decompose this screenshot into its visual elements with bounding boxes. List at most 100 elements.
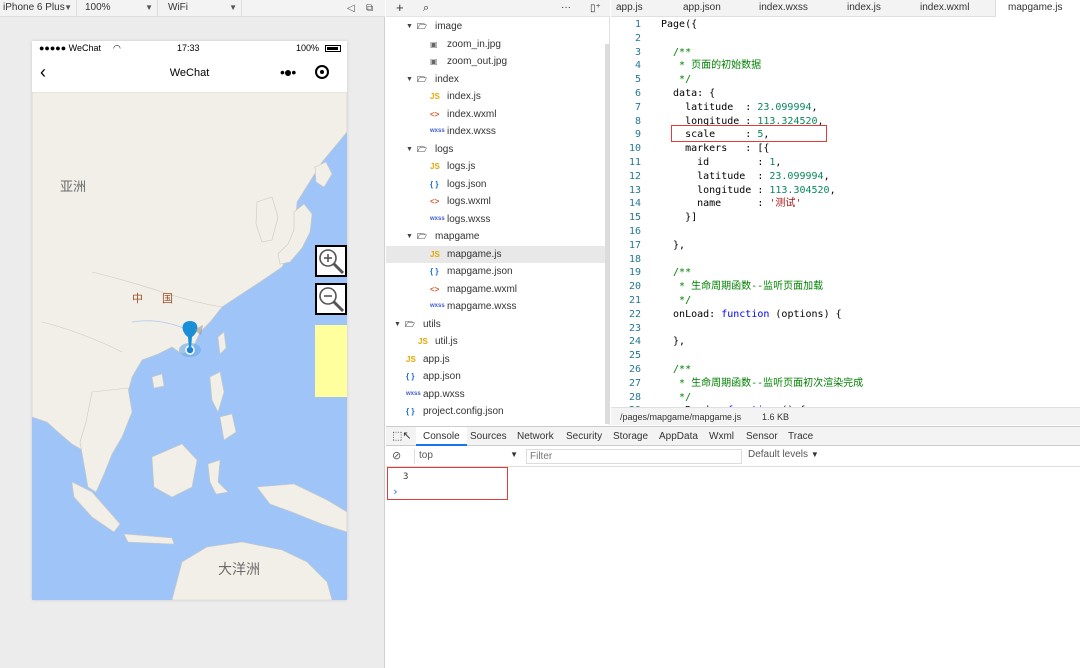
line-number: 13 xyxy=(628,184,641,196)
code-area[interactable]: 1 Page({2 3 /** 4 * 页面的初始数据 5 */6 data: {7 l… xyxy=(611,17,1080,407)
code-line: 1 Page({ xyxy=(611,18,1080,32)
code-line: 7 latitude : 23.099994, xyxy=(611,101,1080,115)
tree-file[interactable]: wxss logs.wxss xyxy=(386,211,606,229)
code-token: /** xyxy=(661,46,692,58)
devtools-tabs: ⬚↖ Console Sources Network Security Stor… xyxy=(386,427,1080,446)
line-number: 22 xyxy=(628,308,641,320)
tree-file[interactable]: wxss app.wxss xyxy=(386,386,606,404)
code-token: * 生命周期函数--监听页面加载 xyxy=(661,281,824,293)
clear-console-icon[interactable]: ⊘ xyxy=(392,449,401,462)
search-icon[interactable]: ⌕ xyxy=(423,0,429,17)
tab-index-js[interactable]: index.js xyxy=(847,0,881,17)
tree-folder[interactable]: ▼ 🗁 mapgame xyxy=(386,228,606,246)
tree-file[interactable]: JS logs.js xyxy=(386,158,606,176)
map-marker-pin-icon[interactable] xyxy=(175,321,205,360)
zoom-out-button[interactable] xyxy=(315,283,347,315)
tree-folder[interactable]: ▼ 🗁 utils xyxy=(386,316,606,334)
tab-app-js[interactable]: app.js xyxy=(616,0,643,17)
tab-trace[interactable]: Trace xyxy=(788,427,813,446)
split-icon[interactable]: ▯⁺ xyxy=(590,0,601,17)
tree-file[interactable]: <> logs.wxml xyxy=(386,193,606,211)
tree-item-label: app.json xyxy=(423,371,461,382)
file-img-icon: ▣ xyxy=(430,57,438,66)
chevron-down-icon[interactable]: ▼ xyxy=(394,316,401,333)
tab-network[interactable]: Network xyxy=(517,427,554,446)
tree-folder[interactable]: ▼ 🗁 image xyxy=(386,18,606,36)
code-line: 4 * 页面的初始数据 xyxy=(611,59,1080,73)
code-token: onLoad: xyxy=(661,308,722,320)
tree-file[interactable]: ▣ zoom_out.jpg xyxy=(386,53,606,71)
tree-file[interactable]: { } app.json xyxy=(386,368,606,386)
tree-file[interactable]: { } logs.json xyxy=(386,176,606,194)
file-json-icon: { } xyxy=(406,407,415,416)
tree-file[interactable]: <> index.wxml xyxy=(386,106,606,124)
simulator-panel: iPhone 6 Plus ▼ 100% ▼ WiFi ▼ ◁ ⧉ ●●●●● … xyxy=(0,0,385,668)
tree-item-label: logs xyxy=(435,143,454,155)
tree-file[interactable]: <> mapgame.wxml xyxy=(386,281,606,299)
network-select[interactable]: WiFi ▼ xyxy=(165,0,242,17)
tab-sources[interactable]: Sources xyxy=(470,427,507,446)
zoom-in-button[interactable] xyxy=(315,245,347,277)
code-line: 26 /** xyxy=(611,363,1080,377)
tab-console[interactable]: Console xyxy=(416,427,467,446)
tab-index-wxss[interactable]: index.wxss xyxy=(759,0,808,17)
zoom-select[interactable]: 100% ▼ xyxy=(82,0,158,17)
tree-file[interactable]: ▣ zoom_in.jpg xyxy=(386,36,606,54)
tab-app-json[interactable]: app.json xyxy=(683,0,721,17)
tree-file[interactable]: JS index.js xyxy=(386,88,606,106)
tree-folder[interactable]: ▼ 🗁 logs xyxy=(386,141,606,159)
tree-item-label: mapgame xyxy=(435,231,480,242)
tree-file[interactable]: wxss index.wxss xyxy=(386,123,606,141)
zoom-out-icon xyxy=(319,287,345,313)
device-select[interactable]: iPhone 6 Plus ▼ xyxy=(0,0,77,17)
tree-file[interactable]: { } project.config.json xyxy=(386,403,606,421)
tree-file[interactable]: { } mapgame.json xyxy=(386,263,606,281)
scrollbar[interactable] xyxy=(605,44,610,424)
editor-status-bar: /pages/mapgame/mapgame.js 1.6 KB xyxy=(611,407,1080,425)
code-text: */ xyxy=(661,294,691,308)
tab-appdata[interactable]: AppData xyxy=(659,427,698,446)
more-icon[interactable]: •●• xyxy=(280,64,296,80)
file-wxml-icon: <> xyxy=(430,284,440,294)
chevron-down-icon[interactable]: ▼ xyxy=(406,141,413,158)
tab-index-wxml[interactable]: index.wxml xyxy=(920,0,969,17)
tree-file[interactable]: JS app.js xyxy=(386,351,606,369)
chevron-down-icon[interactable]: ▼ xyxy=(406,228,413,245)
code-line: 22 onLoad: function (options) { xyxy=(611,308,1080,322)
context-select[interactable]: top ▼ xyxy=(414,449,520,464)
code-token: */ xyxy=(661,295,692,306)
tree-folder[interactable]: ▼ 🗁 index xyxy=(386,71,606,89)
code-token: data: { xyxy=(661,88,716,99)
tab-sensor[interactable]: Sensor xyxy=(746,427,778,446)
more-icon[interactable]: ··· xyxy=(561,0,571,16)
tree-file[interactable]: JS util.js xyxy=(386,333,606,351)
tab-wxml[interactable]: Wxml xyxy=(709,427,734,446)
inspect-icon[interactable]: ⬚↖ xyxy=(392,427,412,446)
levels-select[interactable]: Default levels ▼ xyxy=(748,449,819,464)
line-number: 9 xyxy=(634,129,641,141)
close-miniprogram-icon[interactable] xyxy=(315,65,329,79)
chevron-down-icon: ▼ xyxy=(510,450,518,459)
code-text: * 生命周期函数--监听页面初次渲染完成 xyxy=(661,377,863,391)
tab-mapgame-js[interactable]: mapgame.js xyxy=(995,0,1080,17)
tree-file[interactable]: JS mapgame.js xyxy=(386,245,606,263)
line-number: 20 xyxy=(628,281,641,293)
volume-icon[interactable]: ◁ xyxy=(347,0,355,17)
file-size: 1.6 KB xyxy=(762,412,790,422)
zoom-in-icon xyxy=(319,249,345,275)
phone-nav-bar: ‹ WeChat •●• xyxy=(32,56,347,92)
tab-security[interactable]: Security xyxy=(566,427,602,446)
window-icon[interactable]: ⧉ xyxy=(366,0,373,17)
chevron-down-icon[interactable]: ▼ xyxy=(406,71,413,88)
code-line: 5 */ xyxy=(611,73,1080,87)
nav-title: WeChat xyxy=(169,67,210,79)
console-filter-input[interactable] xyxy=(526,449,742,464)
add-icon[interactable]: + xyxy=(396,0,404,16)
map-view[interactable]: 亚洲 中 国 大洋洲 xyxy=(32,92,347,600)
tab-storage[interactable]: Storage xyxy=(613,427,648,446)
code-line: 10 markers : [{ xyxy=(611,142,1080,156)
battery-icon xyxy=(325,45,341,52)
tree-item-label: zoom_out.jpg xyxy=(447,56,508,67)
chevron-down-icon[interactable]: ▼ xyxy=(406,18,413,35)
tree-file[interactable]: wxss mapgame.wxss xyxy=(386,298,606,316)
